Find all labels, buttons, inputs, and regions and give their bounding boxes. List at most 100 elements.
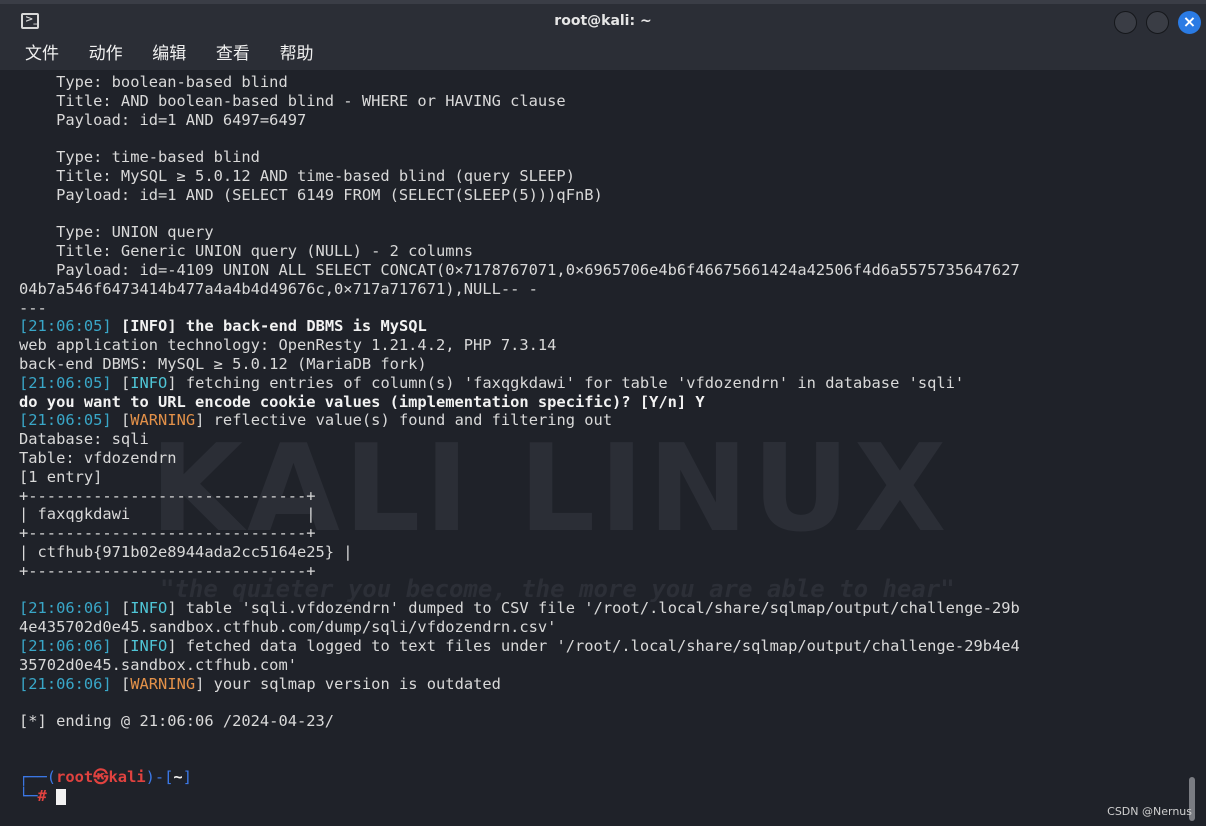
menu-bar: 文件 动作 编辑 查看 帮助	[0, 40, 1206, 70]
terminal-text: back-end DBMS: MySQL ≥ 5.0.12 (MariaDB f…	[19, 354, 427, 373]
minimize-button[interactable]	[1114, 11, 1137, 34]
title-bar[interactable]: >_ root@kali: ~ ×	[0, 0, 1206, 40]
terminal-text: ] reflective value(s) found and filterin…	[195, 411, 613, 430]
terminal-line: Type: UNION query	[19, 223, 1196, 242]
terminal-line: ---	[19, 299, 1196, 318]
terminal-text: [	[120, 317, 131, 336]
terminal-line: Title: AND boolean-based blind - WHERE o…	[19, 92, 1196, 111]
terminal-text: [	[19, 636, 29, 655]
menu-help[interactable]: 帮助	[280, 42, 314, 66]
terminal-text: ~	[173, 768, 183, 787]
terminal-line: | ctfhub{971b02e8944ada2cc5164e25} |	[19, 543, 1196, 562]
terminal-text: ]	[167, 317, 186, 336]
terminal-text: [	[19, 599, 29, 618]
menu-view[interactable]: 查看	[216, 42, 250, 66]
maximize-button[interactable]	[1146, 11, 1169, 34]
terminal-text: )-[	[145, 768, 174, 787]
terminal-text: [	[19, 317, 29, 336]
terminal-line: └─#	[19, 787, 1196, 806]
terminal-text: ]	[102, 636, 121, 655]
terminal-text: ] your sqlmap version is outdated	[195, 674, 501, 693]
terminal-text: 35702d0e45.sandbox.ctfhub.com'	[19, 655, 297, 674]
terminal-text: Payload: id=1 AND (SELECT 6149 FROM (SEL…	[19, 185, 603, 204]
menu-edit[interactable]: 编辑	[152, 42, 186, 66]
menu-file[interactable]: 文件	[25, 42, 59, 66]
terminal-line: ┌──(root㉿kali)-[~]	[19, 768, 1196, 787]
terminal-text: Table: vfdozendrn	[19, 448, 177, 467]
terminal-line: +------------------------------+	[19, 524, 1196, 543]
terminal-line: back-end DBMS: MySQL ≥ 5.0.12 (MariaDB f…	[19, 355, 1196, 374]
terminal-text: INFO	[130, 636, 168, 655]
terminal-line: [*] ending @ 21:06:06 /2024-04-23/	[19, 712, 1196, 731]
terminal-text: └─	[19, 787, 38, 806]
terminal-line: Type: boolean-based blind	[19, 73, 1196, 92]
terminal-text: root㉿kali	[56, 768, 146, 787]
terminal-text: 21:06:05	[28, 317, 103, 336]
csdn-credit: CSDN @Nernus	[1107, 805, 1192, 818]
terminal-output[interactable]: KALI LINUX "the quieter you become, the …	[0, 70, 1206, 826]
terminal-text: Payload: id=-4109 UNION ALL SELECT CONCA…	[19, 260, 1020, 279]
close-button[interactable]: ×	[1178, 11, 1201, 34]
terminal-line: Table: vfdozendrn	[19, 449, 1196, 468]
terminal-text: [	[19, 411, 29, 430]
terminal-line: [21:06:05] [INFO] the back-end DBMS is M…	[19, 317, 1196, 336]
terminal-line: [21:06:05] [WARNING] reflective value(s)…	[19, 411, 1196, 430]
terminal-text: | faxqgkdawi |	[19, 505, 316, 524]
terminal-text: [	[120, 373, 131, 392]
terminal-text: [	[19, 373, 29, 392]
terminal-text: WARNING	[130, 411, 196, 430]
terminal-text: 4e435702d0e45.sandbox.ctfhub.com/dump/sq…	[19, 618, 557, 637]
terminal-text: Type: UNION query	[19, 223, 214, 242]
terminal-text: INFO	[130, 599, 168, 618]
terminal-text: do you want to URL encode cookie values …	[19, 392, 705, 411]
terminal-line: [21:06:05] [INFO] fetching entries of co…	[19, 374, 1196, 393]
terminal-text: [1 entry]	[19, 467, 103, 486]
terminal-text: INFO	[130, 373, 168, 392]
terminal-text: ] fetched data logged to text files unde…	[167, 636, 1020, 655]
terminal-line: +------------------------------+	[19, 562, 1196, 581]
terminal-text: [	[120, 411, 131, 430]
terminal-text: 04b7a546f6473414b477a4a4b4d49676c,0×717a…	[19, 279, 538, 298]
terminal-text: ┌──(	[19, 768, 57, 787]
terminal-text: 21:06:06	[28, 636, 103, 655]
terminal-line: | faxqgkdawi |	[19, 505, 1196, 524]
terminal-line: 4e435702d0e45.sandbox.ctfhub.com/dump/sq…	[19, 618, 1196, 637]
terminal-line: [21:06:06] [WARNING] your sqlmap version…	[19, 675, 1196, 694]
terminal-line: 04b7a546f6473414b477a4a4b4d49676c,0×717a…	[19, 280, 1196, 299]
terminal-line: Payload: id=-4109 UNION ALL SELECT CONCA…	[19, 261, 1196, 280]
terminal-line: [1 entry]	[19, 468, 1196, 487]
terminal-text: +------------------------------+	[19, 524, 316, 543]
terminal-lines: Type: boolean-based blind Title: AND boo…	[19, 73, 1196, 806]
terminal-text: ---	[19, 298, 47, 317]
terminal-text: | ctfhub{971b02e8944ada2cc5164e25} |	[19, 542, 353, 561]
terminal-text: 21:06:05	[28, 373, 103, 392]
terminal-line: Title: MySQL ≥ 5.0.12 AND time-based bli…	[19, 167, 1196, 186]
terminal-line: Title: Generic UNION query (NULL) - 2 co…	[19, 242, 1196, 261]
terminal-text: ]	[102, 411, 121, 430]
terminal-text: Type: time-based blind	[19, 148, 260, 167]
terminal-text: ] table 'sqli.vfdozendrn' dumped to CSV …	[167, 599, 1020, 618]
terminal-text: 21:06:06	[28, 674, 103, 693]
terminal-text: ]	[102, 674, 121, 693]
terminal-line: web application technology: OpenResty 1.…	[19, 336, 1196, 355]
window-title: root@kali: ~	[554, 13, 652, 29]
terminal-window: >_ root@kali: ~ × 文件 动作 编辑 查看 帮助 KALI LI…	[0, 0, 1206, 826]
terminal-text: [	[19, 674, 29, 693]
terminal-text: Database: sqli	[19, 430, 149, 449]
terminal-text: the back-end DBMS is MySQL	[185, 317, 427, 336]
menu-actions[interactable]: 动作	[89, 42, 123, 66]
terminal-text: ]	[102, 599, 121, 618]
terminal-text: ]	[102, 373, 121, 392]
terminal-text: ] fetching entries of column(s) 'faxqgkd…	[167, 373, 965, 392]
terminal-line: +------------------------------+	[19, 487, 1196, 506]
terminal-text: ]	[182, 768, 192, 787]
terminal-text: 21:06:06	[28, 599, 103, 618]
terminal-text: ]	[102, 317, 121, 336]
terminal-text: [	[120, 636, 131, 655]
terminal-line: Payload: id=1 AND (SELECT 6149 FROM (SEL…	[19, 186, 1196, 205]
